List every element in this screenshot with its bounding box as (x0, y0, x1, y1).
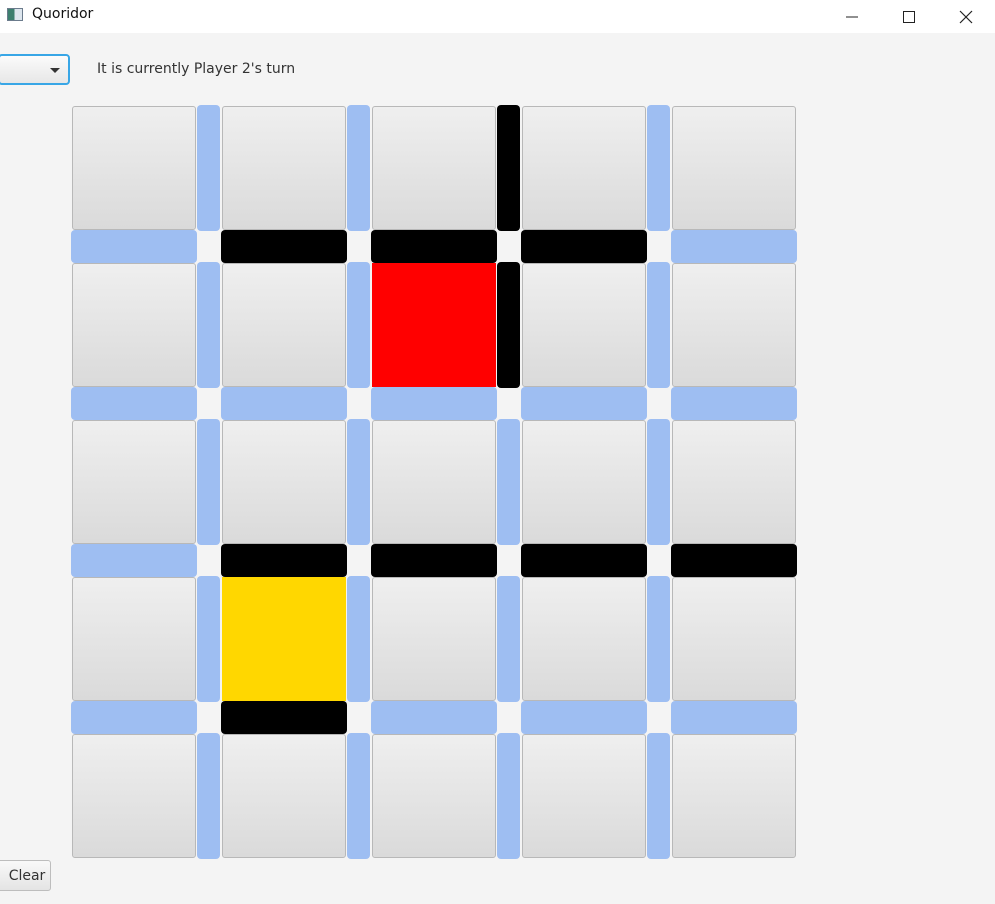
minimize-icon (846, 16, 858, 17)
horizontal-wall-slot-r3-c2[interactable] (371, 701, 497, 734)
board-cell-r0-c2[interactable] (372, 106, 496, 230)
board-cell-r2-c0[interactable] (72, 420, 196, 544)
horizontal-wall-slot-r1-c3[interactable] (521, 387, 647, 420)
vertical-wall-slot-r2-c0[interactable] (197, 419, 220, 545)
player-select-dropdown[interactable] (0, 54, 70, 85)
vertical-wall-slot-r1-c3[interactable] (647, 262, 670, 388)
title-bar: Quoridor (0, 0, 995, 33)
vertical-wall-slot-r0-c0[interactable] (197, 105, 220, 231)
vertical-wall-slot-r3-c1[interactable] (347, 576, 370, 702)
board-cell-r2-c2[interactable] (372, 420, 496, 544)
close-icon (959, 10, 973, 23)
vertical-wall-slot-r1-c0[interactable] (197, 262, 220, 388)
board-cell-r0-c0[interactable] (72, 106, 196, 230)
horizontal-wall-slot-r1-c4[interactable] (671, 387, 797, 420)
board-cell-r2-c1[interactable] (222, 420, 346, 544)
horizontal-wall-slot-r3-c4[interactable] (671, 701, 797, 734)
player2-pawn-cell[interactable] (222, 577, 346, 701)
maximize-icon (903, 10, 915, 23)
board-cell-r3-c2[interactable] (372, 577, 496, 701)
vertical-wall-slot-r4-c0[interactable] (197, 733, 220, 859)
placed-horizontal-wall-slot-r2-c1[interactable] (221, 544, 347, 577)
board-cell-r1-c0[interactable] (72, 263, 196, 387)
board-cell-r3-c3[interactable] (522, 577, 646, 701)
board-cell-r1-c4[interactable] (672, 263, 796, 387)
horizontal-wall-slot-r3-c0[interactable] (71, 701, 197, 734)
horizontal-wall-slot-r1-c0[interactable] (71, 387, 197, 420)
board-cell-r4-c4[interactable] (672, 734, 796, 858)
placed-horizontal-wall-slot-r2-c3[interactable] (521, 544, 647, 577)
board-cell-r4-c1[interactable] (222, 734, 346, 858)
vertical-wall-slot-r3-c0[interactable] (197, 576, 220, 702)
board-cell-r4-c0[interactable] (72, 734, 196, 858)
vertical-wall-slot-r4-c3[interactable] (647, 733, 670, 859)
vertical-wall-slot-r2-c1[interactable] (347, 419, 370, 545)
board-cell-r0-c1[interactable] (222, 106, 346, 230)
vertical-wall-slot-r4-c1[interactable] (347, 733, 370, 859)
vertical-wall-slot-r4-c2[interactable] (497, 733, 520, 859)
turn-status-label: It is currently Player 2's turn (97, 61, 296, 77)
board-cell-r4-c3[interactable] (522, 734, 646, 858)
chevron-down-icon (50, 68, 60, 73)
vertical-wall-slot-r3-c3[interactable] (647, 576, 670, 702)
board-cell-r3-c4[interactable] (672, 577, 796, 701)
placed-horizontal-wall-slot-r0-c1[interactable] (221, 230, 347, 263)
board-cell-r1-c1[interactable] (222, 263, 346, 387)
board-cell-r0-c4[interactable] (672, 106, 796, 230)
minimize-button[interactable] (823, 0, 881, 33)
horizontal-wall-slot-r0-c4[interactable] (671, 230, 797, 263)
horizontal-wall-slot-r1-c1[interactable] (221, 387, 347, 420)
board-cell-r2-c4[interactable] (672, 420, 796, 544)
placed-horizontal-wall-slot-r2-c2[interactable] (371, 544, 497, 577)
placed-horizontal-wall-slot-r0-c2[interactable] (371, 230, 497, 263)
board-cell-r2-c3[interactable] (522, 420, 646, 544)
placed-horizontal-wall-slot-r2-c4[interactable] (671, 544, 797, 577)
board-cell-r4-c2[interactable] (372, 734, 496, 858)
window-title: Quoridor (32, 6, 94, 22)
vertical-wall-slot-r0-c3[interactable] (647, 105, 670, 231)
board-cell-r0-c3[interactable] (522, 106, 646, 230)
horizontal-wall-slot-r1-c2[interactable] (371, 387, 497, 420)
vertical-wall-slot-r2-c3[interactable] (647, 419, 670, 545)
app-window-icon (7, 8, 23, 21)
player1-pawn-cell[interactable] (372, 263, 496, 387)
horizontal-wall-slot-r0-c0[interactable] (71, 230, 197, 263)
placed-horizontal-wall-slot-r0-c3[interactable] (521, 230, 647, 263)
vertical-wall-slot-r3-c2[interactable] (497, 576, 520, 702)
board-cell-r3-c0[interactable] (72, 577, 196, 701)
vertical-wall-slot-r1-c1[interactable] (347, 262, 370, 388)
placed-horizontal-wall-slot-r3-c1[interactable] (221, 701, 347, 734)
horizontal-wall-slot-r3-c3[interactable] (521, 701, 647, 734)
clear-button[interactable]: Clear (0, 860, 51, 891)
placed-vertical-wall-slot-r0-c2[interactable] (497, 105, 520, 231)
vertical-wall-slot-r0-c1[interactable] (347, 105, 370, 231)
board-cell-r1-c3[interactable] (522, 263, 646, 387)
placed-vertical-wall-slot-r1-c2[interactable] (497, 262, 520, 388)
maximize-button[interactable] (880, 0, 938, 33)
horizontal-wall-slot-r2-c0[interactable] (71, 544, 197, 577)
close-button[interactable] (937, 0, 995, 33)
vertical-wall-slot-r2-c2[interactable] (497, 419, 520, 545)
